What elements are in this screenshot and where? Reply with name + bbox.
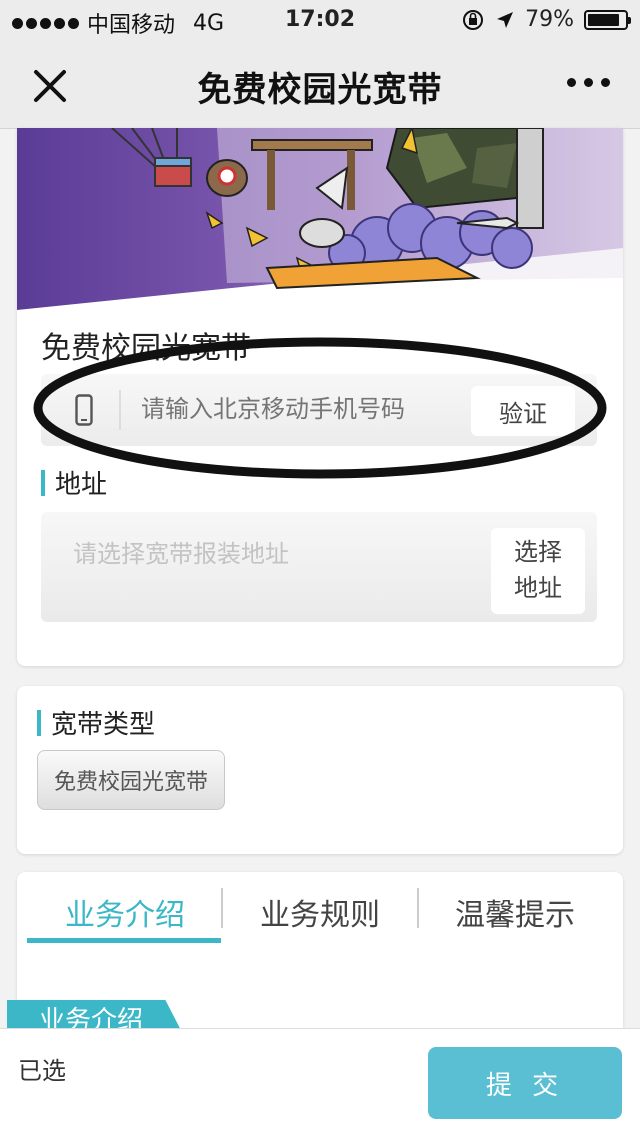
- location-arrow-icon: [497, 11, 514, 28]
- select-address-button[interactable]: 选择 地址: [491, 528, 585, 614]
- broadband-type-card: 宽带类型 免费校园光宽带: [17, 686, 623, 854]
- battery-percent: 79%: [525, 7, 574, 32]
- tab-business-rules[interactable]: 业务规则: [222, 890, 418, 934]
- select-address-line1: 选择: [514, 538, 562, 566]
- broadband-type-label-text: 宽带类型: [51, 710, 156, 740]
- tab-business-intro[interactable]: 业务介绍: [27, 890, 223, 934]
- broadband-option-button[interactable]: 免费校园光宽带: [37, 750, 225, 810]
- form-card: 免费校园光宽带 验证 地址 请选择宽带报装地址 选择 地址: [17, 128, 623, 666]
- active-tab-indicator: [27, 938, 221, 943]
- address-input-box[interactable]: 请选择宽带报装地址 选择 地址: [41, 512, 597, 622]
- address-label: 地址: [41, 464, 107, 501]
- nav-bar: 免费校园光宽带: [0, 40, 640, 129]
- tab-bar: 业务介绍 业务规则 温馨提示: [17, 872, 623, 952]
- selected-label: 已选: [18, 1057, 66, 1085]
- status-bar: 中国移动 4G 17:02 79%: [0, 0, 640, 40]
- bottom-bar: 已选 提 交: [0, 1028, 640, 1137]
- hand-drawn-highlight-oval: [33, 337, 607, 479]
- promo-banner-illustration: [17, 128, 623, 310]
- rotation-lock-icon: [463, 9, 484, 30]
- address-label-text: 地址: [55, 470, 108, 500]
- broadband-type-label: 宽带类型: [37, 704, 155, 741]
- more-options-icon[interactable]: [567, 78, 610, 87]
- select-address-line2: 地址: [514, 574, 562, 602]
- address-placeholder: 请选择宽带报装地址: [73, 540, 289, 568]
- page-title: 免费校园光宽带: [197, 70, 443, 110]
- status-right: 79%: [461, 7, 631, 32]
- battery-icon: [584, 9, 631, 30]
- tab-tips[interactable]: 温馨提示: [417, 890, 613, 934]
- submit-button[interactable]: 提 交: [428, 1047, 622, 1119]
